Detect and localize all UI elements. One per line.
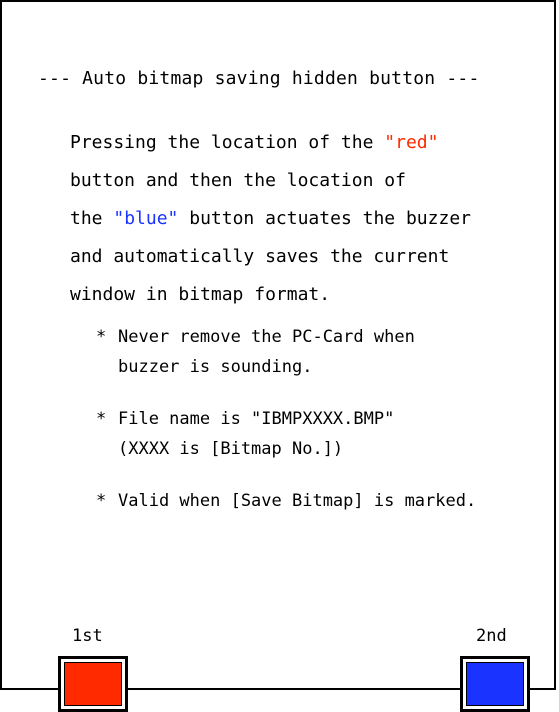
red-hidden-button[interactable]: [58, 656, 128, 712]
note-line: Valid when [Save Bitmap] is marked.: [118, 491, 477, 511]
dialog-title: --- Auto bitmap saving hidden button ---: [38, 68, 480, 89]
note-file-name: * File name is "IBMPXXXX.BMP" (XXXX is […: [96, 404, 395, 464]
blue-hidden-button[interactable]: [460, 656, 530, 712]
blue-button-fill: [466, 662, 524, 706]
description-line-2: button and then the location of: [70, 170, 406, 191]
description-line-1-prefix: Pressing the location of the: [70, 132, 385, 153]
blue-keyword: "blue": [113, 208, 179, 229]
help-dialog: --- Auto bitmap saving hidden button ---…: [0, 0, 556, 712]
second-button-label: 2nd: [476, 626, 507, 646]
red-keyword: "red": [384, 132, 439, 153]
description-line-3: the "blue" button actuates the buzzer: [70, 200, 471, 238]
note-line: File name is "IBMPXXXX.BMP": [118, 409, 395, 429]
first-button-label: 1st: [72, 626, 103, 646]
description-paragraph: Pressing the location of the "red" butto…: [70, 124, 471, 314]
note-pc-card: * Never remove the PC-Card when buzzer i…: [96, 322, 415, 382]
description-line-3-suffix: button actuates the buzzer: [178, 208, 471, 229]
description-line-4: and automatically saves the current: [70, 246, 450, 267]
note-bullet: *: [96, 491, 107, 511]
note-line: buzzer is sounding.: [118, 357, 313, 377]
note-bullet: *: [96, 409, 107, 429]
red-button-fill: [64, 662, 122, 706]
description-line-3-prefix: the: [70, 208, 114, 229]
note-valid-when: * Valid when [Save Bitmap] is marked.: [96, 486, 477, 516]
note-line: (XXXX is [Bitmap No.]): [118, 439, 344, 459]
note-line: Never remove the PC-Card when: [118, 327, 415, 347]
description-line-1: Pressing the location of the "red": [70, 124, 471, 162]
description-line-5: window in bitmap format.: [70, 284, 331, 305]
note-bullet: *: [96, 327, 107, 347]
